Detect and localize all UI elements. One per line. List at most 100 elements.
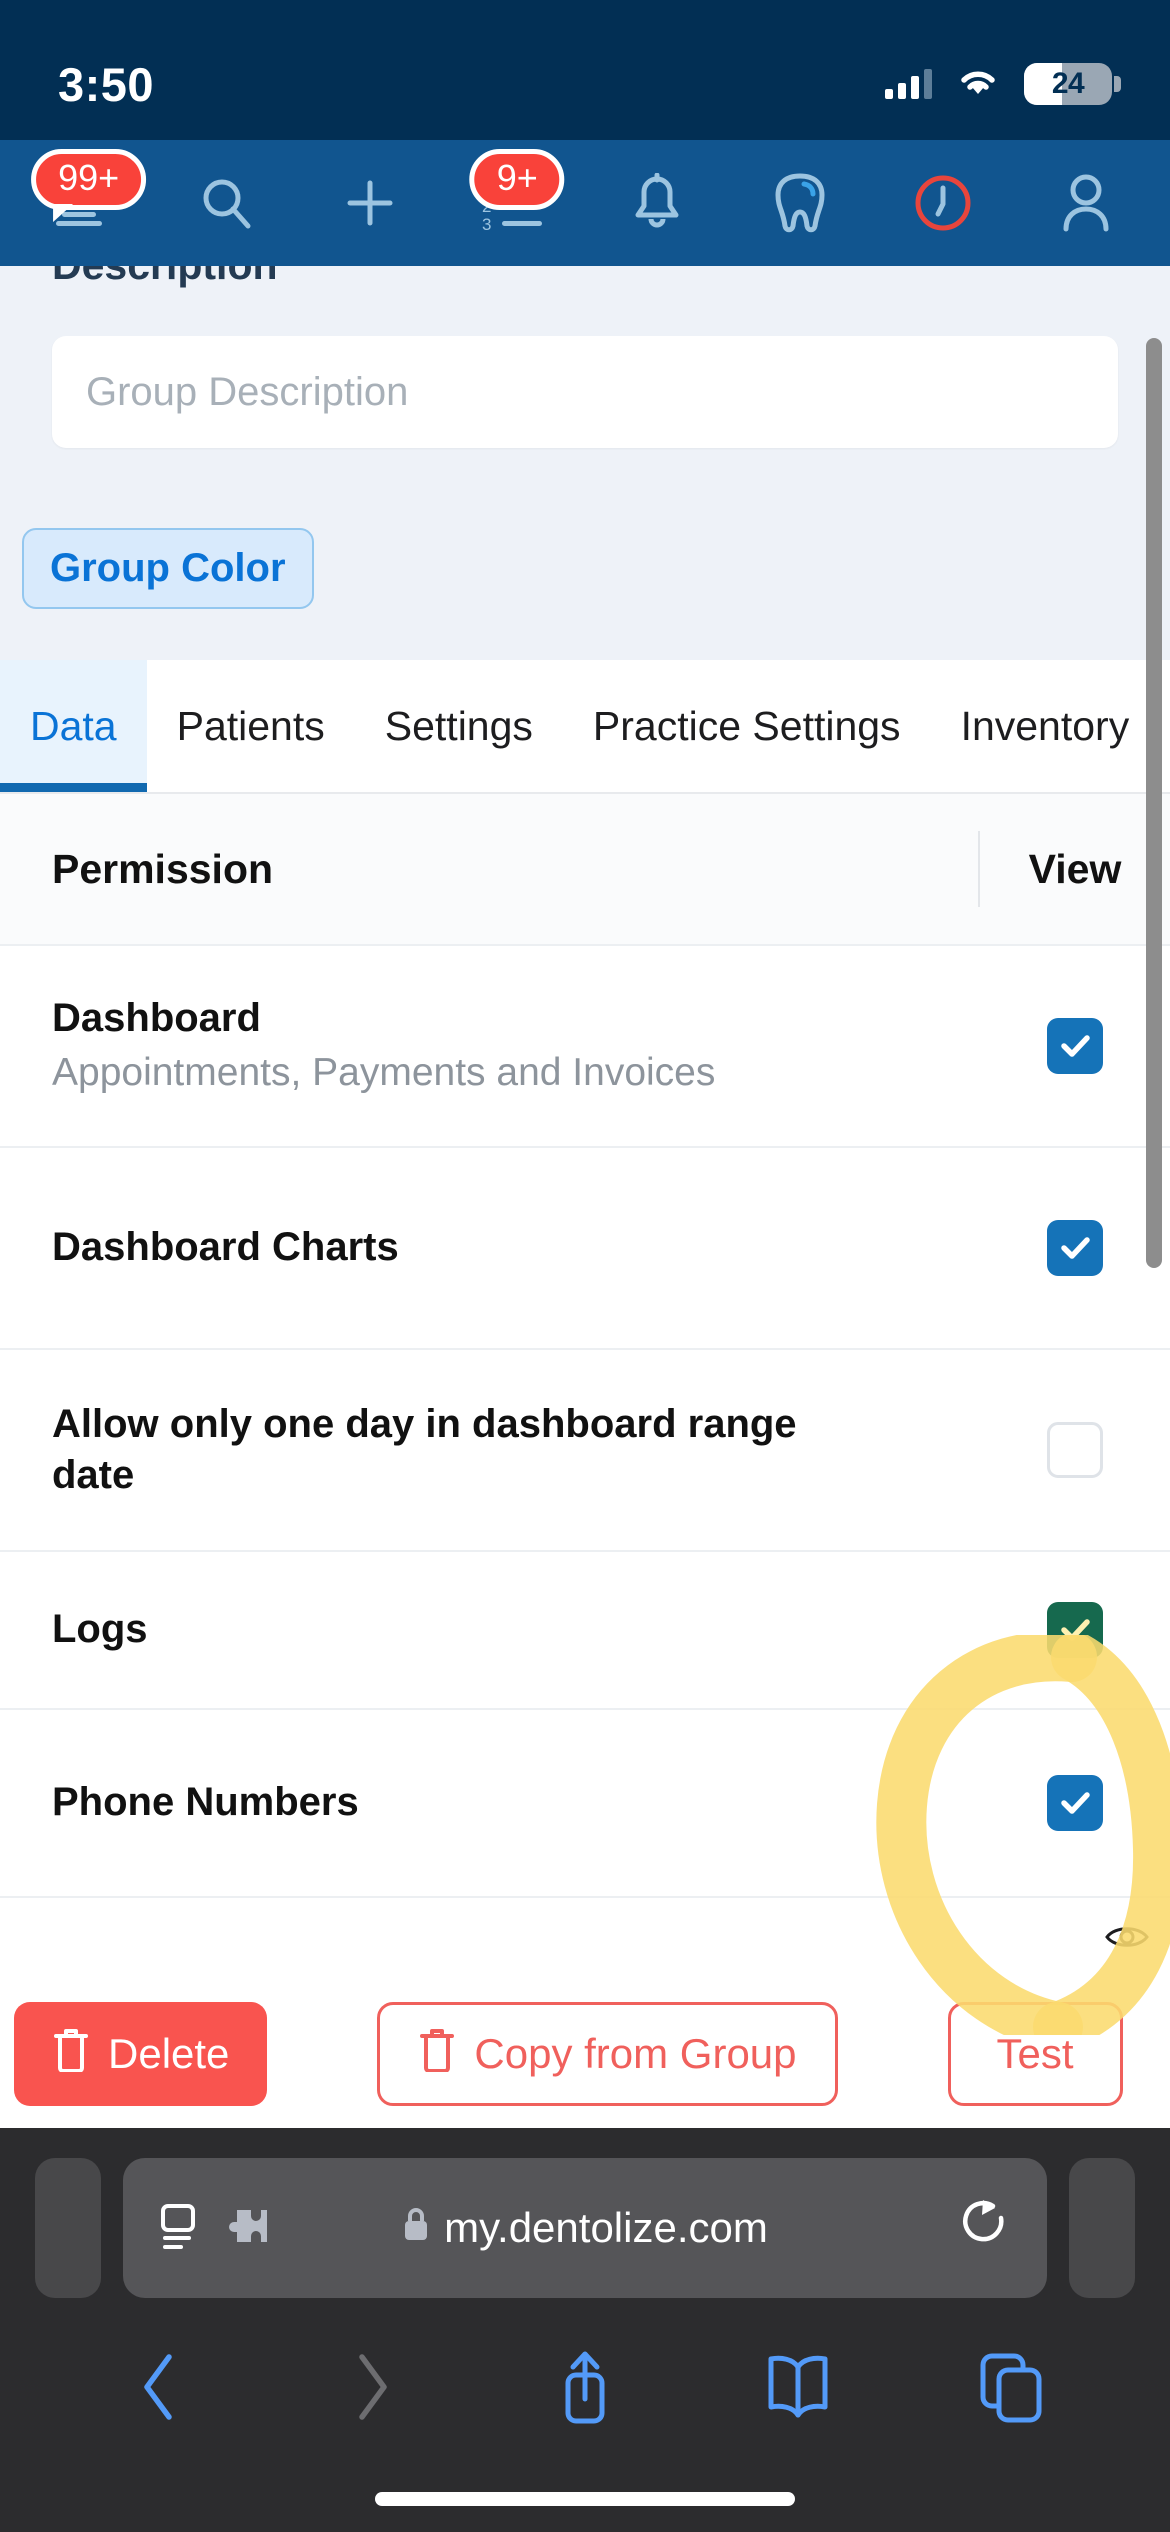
tabs-icon <box>977 2350 1045 2429</box>
group-color-button[interactable]: Group Color <box>22 528 314 609</box>
column-header-view: View <box>1028 845 1122 892</box>
bookmarks-button[interactable] <box>743 2334 853 2444</box>
search-icon <box>198 174 256 232</box>
wifi-icon <box>954 64 1002 105</box>
back-icon <box>137 2351 181 2428</box>
battery-percent: 24 <box>1051 67 1085 100</box>
battery-icon: 24 <box>1024 63 1121 105</box>
menu-unread-badge: 99+ <box>31 149 147 222</box>
table-row[interactable]: Dashboard Appointments, Payments and Inv… <box>0 946 1170 1148</box>
delete-button[interactable]: Delete <box>14 2002 268 2106</box>
notifications-button[interactable] <box>611 157 703 249</box>
permissions-table: Permission View Dashboard Appointments, … <box>0 794 1170 2028</box>
table-row[interactable]: Logs <box>0 1552 1170 1710</box>
view-checkbox[interactable] <box>1047 1422 1103 1478</box>
tab-practice-settings[interactable]: Practice Settings <box>563 660 931 792</box>
permission-title: Allow only one day in dashboard range da… <box>52 1401 797 1497</box>
sidebar-item-menu[interactable]: 99+ <box>31 149 147 249</box>
bell-icon <box>631 173 683 233</box>
dental-button[interactable] <box>754 157 846 249</box>
column-header-permission: Permission <box>52 845 274 892</box>
next-tab-preview[interactable] <box>1069 2158 1135 2298</box>
status-bar: 3:50 24 <box>0 0 1170 140</box>
plus-icon <box>342 175 398 231</box>
permission-text: Allow only one day in dashboard range da… <box>52 1399 980 1501</box>
back-button[interactable] <box>104 2334 214 2444</box>
tabs-button[interactable] <box>956 2334 1066 2444</box>
status-time: 3:50 <box>58 57 155 111</box>
forward-button <box>317 2334 427 2444</box>
permission-title: Dashboard Charts <box>52 1225 399 1270</box>
safari-browser-chrome: my.dentolize.com <box>0 2128 1170 2532</box>
table-row[interactable]: Phone Numbers <box>0 1710 1170 1898</box>
permission-text: Dashboard Charts <box>52 1222 980 1273</box>
reload-icon[interactable] <box>961 2198 1011 2259</box>
view-cell <box>980 1422 1170 1478</box>
page-content: Description Group Color Data Patients Se… <box>0 266 1170 2028</box>
extension-puzzle-icon[interactable] <box>225 2204 273 2253</box>
lock-icon <box>402 2204 430 2252</box>
share-button[interactable] <box>530 2334 640 2444</box>
view-checkbox[interactable] <box>1047 1220 1103 1276</box>
tab-settings[interactable]: Settings <box>355 660 563 792</box>
tasks-button[interactable]: 1 2 3 9+ <box>467 149 565 249</box>
recent-button[interactable] <box>897 157 989 249</box>
copy-from-group-label: Copy from Group <box>474 2030 797 2077</box>
permission-text: Dashboard Appointments, Payments and Inv… <box>52 993 980 1099</box>
view-cell <box>980 1775 1170 1831</box>
copy-from-group-button[interactable]: Copy from Group <box>377 2002 838 2106</box>
tab-inventory[interactable]: Inventory <box>931 660 1160 792</box>
bookmarks-icon <box>763 2351 833 2428</box>
add-button[interactable] <box>324 157 416 249</box>
eye-toggle-button[interactable] <box>1084 1902 1170 1976</box>
page-scrollbar[interactable] <box>1146 338 1162 1268</box>
view-cell <box>980 1602 1170 1658</box>
address-bar[interactable]: my.dentolize.com <box>123 2158 1047 2298</box>
svg-text:3: 3 <box>482 215 491 232</box>
previous-tab-preview[interactable] <box>35 2158 101 2298</box>
test-button[interactable]: Test <box>947 2002 1123 2106</box>
browser-toolbar <box>0 2324 1170 2454</box>
user-icon <box>1060 173 1112 233</box>
trash-icon <box>52 2026 90 2082</box>
search-button[interactable] <box>181 157 273 249</box>
view-checkbox[interactable] <box>1047 1602 1103 1658</box>
description-label: Description <box>52 266 278 289</box>
eye-icon <box>1105 1922 1149 1957</box>
table-header-row: Permission View <box>0 794 1170 946</box>
tasks-unread-badge: 9+ <box>469 149 565 210</box>
forward-icon <box>350 2351 394 2428</box>
view-cell <box>980 1018 1170 1074</box>
permission-title: Dashboard <box>52 996 261 1041</box>
url-text: my.dentolize.com <box>444 2204 768 2251</box>
view-cell <box>980 1220 1170 1276</box>
tab-patients[interactable]: Patients <box>147 660 355 792</box>
permission-title: Phone Numbers <box>52 1780 359 1825</box>
trash-icon <box>418 2026 456 2082</box>
address-bar-left-icons <box>159 2202 273 2255</box>
tooth-icon <box>773 172 827 234</box>
permission-title: Logs <box>52 1607 148 1652</box>
group-description-input[interactable] <box>52 336 1118 448</box>
clock-icon <box>914 174 972 232</box>
url-bar-row: my.dentolize.com <box>0 2158 1170 2298</box>
permission-text: Logs <box>52 1604 980 1655</box>
reader-view-icon[interactable] <box>159 2202 203 2255</box>
app-navigation-bar: 99+ 1 2 3 9+ <box>0 140 1170 266</box>
table-row[interactable]: Dashboard Charts <box>0 1148 1170 1350</box>
home-indicator <box>375 2492 795 2506</box>
test-button-label: Test <box>996 2030 1074 2077</box>
tab-data[interactable]: Data <box>0 660 147 792</box>
table-row[interactable]: Allow only one day in dashboard range da… <box>0 1350 1170 1552</box>
profile-button[interactable] <box>1040 157 1132 249</box>
view-checkbox[interactable] <box>1047 1018 1103 1074</box>
share-icon <box>554 2347 616 2432</box>
delete-button-label: Delete <box>108 2030 230 2077</box>
cellular-signal-icon <box>885 69 932 99</box>
view-checkbox[interactable] <box>1047 1775 1103 1831</box>
status-indicators: 24 <box>885 63 1121 105</box>
permission-tabs: Data Patients Settings Practice Settings… <box>0 660 1170 794</box>
permission-text: Phone Numbers <box>52 1777 980 1828</box>
permission-subtitle: Appointments, Payments and Invoices <box>52 1051 716 1095</box>
action-bar: Delete Copy from Group Test <box>0 1980 1170 2128</box>
